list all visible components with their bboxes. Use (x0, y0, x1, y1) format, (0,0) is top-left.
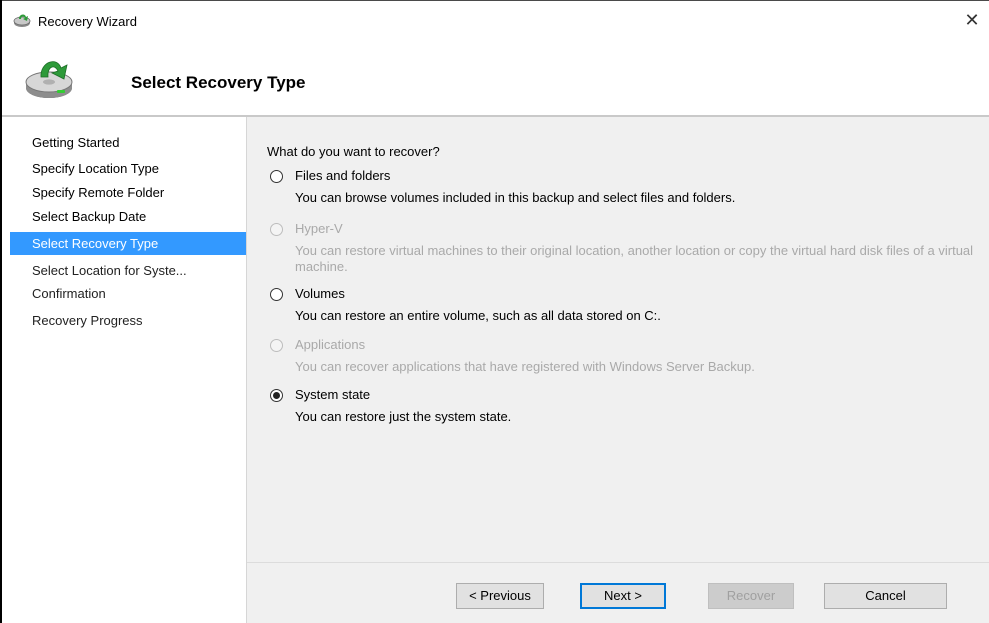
radio-applications (270, 339, 283, 352)
nav-step-select-backup-date[interactable]: Select Backup Date (10, 205, 246, 228)
nav-step-select-location: Select Location for Syste... (32, 263, 187, 278)
option-label-system-state[interactable]: System state (295, 387, 370, 402)
window-title: Recovery Wizard (38, 14, 137, 29)
radio-hyper-v (270, 223, 283, 236)
cancel-button[interactable]: Cancel (824, 583, 947, 609)
nav-step-specify-location-type[interactable]: Specify Location Type (10, 157, 246, 180)
wizard-steps-nav: Getting Started Specify Location Type Sp… (2, 117, 246, 623)
option-label-hyper-v: Hyper-V (295, 221, 343, 236)
wizard-footer: < Previous Next > Recover Cancel (247, 562, 989, 623)
option-desc-volumes: You can restore an entire volume, such a… (295, 308, 661, 323)
option-label-volumes[interactable]: Volumes (295, 286, 345, 301)
next-button[interactable]: Next > (580, 583, 666, 609)
option-label-files-and-folders[interactable]: Files and folders (295, 168, 390, 183)
radio-files-and-folders[interactable] (270, 170, 283, 183)
recovery-wizard-icon (12, 10, 32, 30)
option-label-applications: Applications (295, 337, 366, 352)
nav-step-getting-started[interactable]: Getting Started (10, 131, 246, 154)
nav-step-confirmation: Confirmation (32, 286, 106, 301)
nav-step-recovery-progress: Recovery Progress (32, 313, 143, 328)
nav-step-specify-remote-folder[interactable]: Specify Remote Folder (10, 181, 246, 204)
close-icon: ✕ (964, 10, 980, 30)
option-desc-hyper-v: You can restore virtual machines to thei… (295, 243, 974, 274)
nav-step-select-recovery-type[interactable]: Select Recovery Type (10, 232, 246, 255)
recover-question: What do you want to recover? (267, 144, 440, 159)
previous-button[interactable]: < Previous (456, 583, 544, 609)
option-desc-system-state: You can restore just the system state. (295, 409, 512, 424)
page-title: Select Recovery Type (131, 73, 306, 92)
recovery-type-panel: What do you want to recover? Files and f… (247, 117, 989, 562)
wizard-header: Select Recovery Type (2, 39, 989, 115)
recover-button: Recover (708, 583, 794, 609)
title-bar: Recovery Wizard ✕ (2, 1, 989, 39)
option-desc-applications: You can recover applications that have r… (295, 359, 755, 374)
option-desc-files-and-folders: You can browse volumes included in this … (295, 190, 736, 205)
radio-volumes[interactable] (270, 288, 283, 301)
radio-system-state[interactable] (270, 389, 283, 402)
close-button[interactable]: ✕ (959, 7, 985, 33)
disk-recovery-icon (23, 50, 81, 102)
